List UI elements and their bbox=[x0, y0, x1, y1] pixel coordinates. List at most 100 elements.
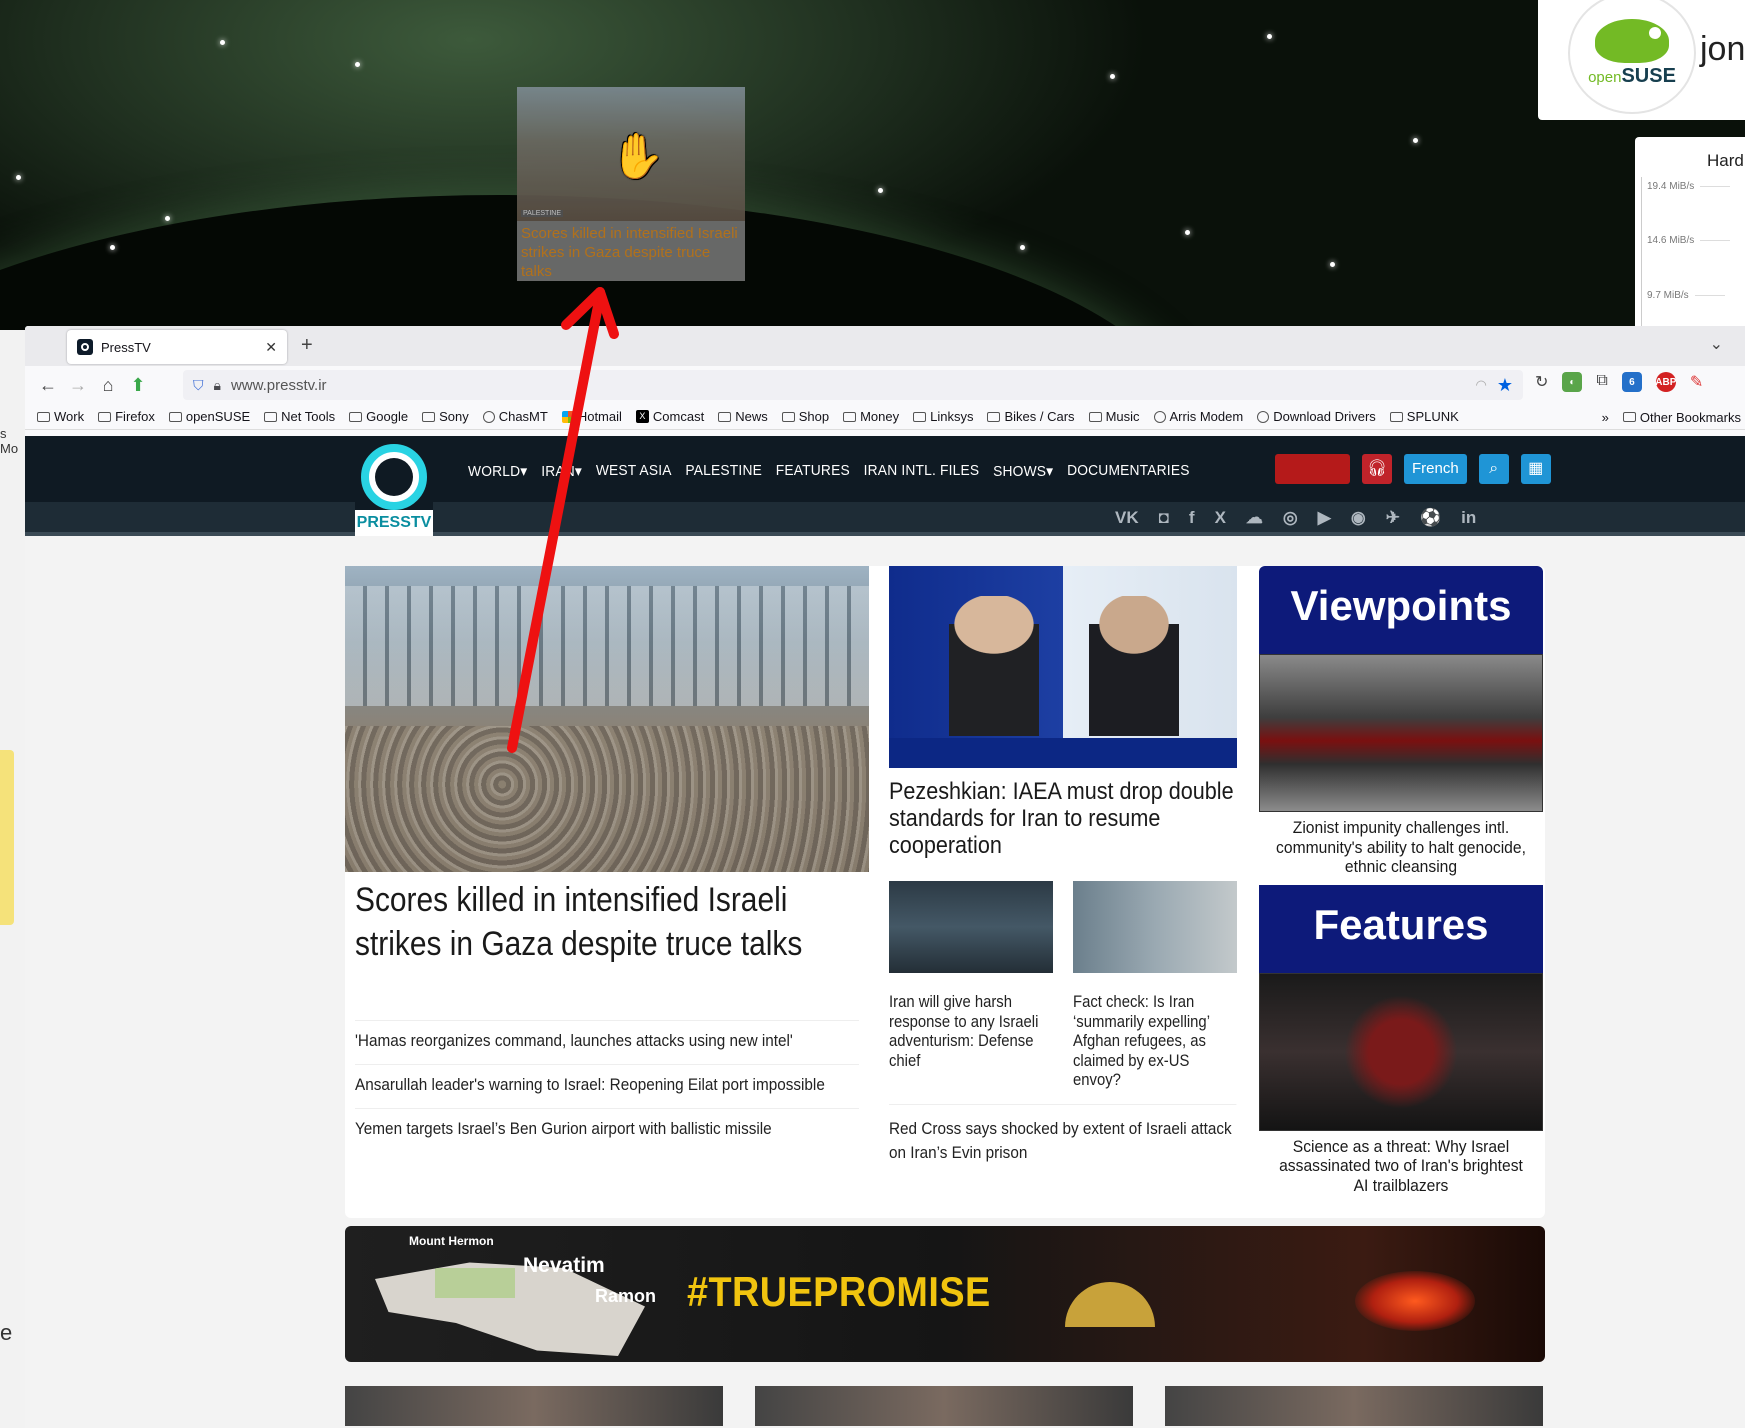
opensuse-widget[interactable]: openSUSE jon bbox=[1538, 0, 1745, 120]
rss-icon[interactable]: ◉ bbox=[1351, 508, 1366, 528]
address-bar[interactable]: ⛉ 🔒︎ www.presstv.ir ◠ ★ bbox=[183, 370, 1523, 400]
side-column: Viewpoints Zionist impunity challenges i… bbox=[1259, 566, 1545, 1203]
bookmark-folder-bikes-cars[interactable]: Bikes / Cars bbox=[987, 409, 1075, 424]
bookmark-folder-news[interactable]: News bbox=[718, 409, 768, 424]
hard-disk-widget[interactable]: Hard 19.4 MiB/s 14.6 MiB/s 9.7 MiB/s bbox=[1635, 137, 1745, 337]
padlock-icon[interactable]: 🔒︎ bbox=[214, 377, 221, 394]
nav-shows[interactable]: SHOWS▾ bbox=[993, 462, 1053, 480]
mid-headline[interactable]: Pezeshkian: IAEA must drop double standa… bbox=[889, 778, 1240, 859]
home-icon[interactable]: ⌂ bbox=[93, 375, 123, 396]
x-icon[interactable]: X bbox=[1215, 508, 1226, 528]
other-bookmarks[interactable]: Other Bookmarks bbox=[1622, 410, 1741, 425]
bookmark-folder-work[interactable]: Work bbox=[37, 409, 84, 424]
adblock-icon[interactable]: ABP bbox=[1655, 372, 1676, 392]
mini-story[interactable]: Iran will give harsh response to any Isr… bbox=[889, 881, 1053, 1091]
bookmark-folder-net-tools[interactable]: Net Tools bbox=[264, 409, 335, 424]
bookmark-chasmt[interactable]: ChasMT bbox=[482, 409, 548, 424]
shield-icon[interactable]: ◘ bbox=[1159, 508, 1169, 528]
hero-headline[interactable]: Scores killed in intensified Israeli str… bbox=[355, 878, 865, 966]
bookmark-hotmail[interactable]: Hotmail bbox=[561, 409, 622, 424]
search-icon[interactable]: ⌕ bbox=[1478, 454, 1509, 484]
linkedin-icon[interactable]: in bbox=[1461, 508, 1476, 528]
related-link[interactable]: Ansarullah leader's warning to Israel: R… bbox=[355, 1064, 859, 1108]
bookmark-comcast[interactable]: X Comcast bbox=[635, 409, 704, 424]
bookmark-star-icon[interactable]: ★ bbox=[1497, 375, 1513, 396]
nav-iran-intl-files[interactable]: IRAN INTL. FILES bbox=[864, 462, 980, 480]
viewpoints-title[interactable]: Zionist impunity challenges intl. commun… bbox=[1270, 812, 1531, 885]
related-link[interactable]: Yemen targets Israel’s Ben Gurion airpor… bbox=[355, 1108, 859, 1152]
mini-story-image[interactable] bbox=[1073, 881, 1237, 973]
french-button[interactable]: French bbox=[1404, 454, 1467, 484]
vk-icon[interactable]: VK bbox=[1115, 508, 1139, 528]
nav-world[interactable]: WORLD▾ bbox=[468, 462, 527, 480]
forward-arrow-icon[interactable]: → bbox=[63, 375, 93, 396]
bottom-story-image[interactable] bbox=[755, 1386, 1133, 1426]
bottom-story-image[interactable] bbox=[1165, 1386, 1543, 1426]
true-promise-banner[interactable]: Mount Hermon Nevatim Ramon #TRUEPROMISE bbox=[345, 1226, 1545, 1362]
bookmark-folder-opensuse[interactable]: openSUSE bbox=[168, 409, 250, 424]
drag-ghost-caption: Scores killed in intensified Israeli str… bbox=[521, 225, 738, 280]
related-link[interactable]: 'Hamas reorganizes command, launches att… bbox=[355, 1020, 859, 1064]
mid-bottom-link[interactable]: Red Cross says shocked by extent of Isra… bbox=[889, 1104, 1237, 1165]
nav-west-asia[interactable]: WEST ASIA bbox=[596, 462, 672, 480]
close-tab-icon[interactable]: ✕ bbox=[265, 339, 277, 356]
viewpoints-box[interactable]: Viewpoints Zionist impunity challenges i… bbox=[1259, 566, 1543, 885]
mini-story[interactable]: Fact check: Is Iran ‘summarily expelling… bbox=[1073, 881, 1237, 1091]
reader-icon[interactable]: ◠ bbox=[1476, 377, 1487, 393]
reload-icon[interactable]: ↻ bbox=[1535, 372, 1548, 392]
presstv-logo[interactable]: PRESSTV bbox=[355, 444, 433, 536]
live-button[interactable] bbox=[1275, 454, 1350, 484]
nav-palestine[interactable]: PALESTINE bbox=[685, 462, 762, 480]
tab-presstv[interactable]: PressTV ✕ bbox=[67, 330, 287, 364]
play-icon[interactable]: ▶ bbox=[1318, 508, 1331, 528]
telegram-icon[interactable]: ✈ bbox=[1386, 508, 1400, 528]
bookmark-folder-shop[interactable]: Shop bbox=[781, 409, 829, 424]
list-tabs-chevron-icon[interactable]: ⌄ bbox=[1710, 334, 1723, 354]
hero-image[interactable] bbox=[345, 566, 869, 872]
mini-story-image[interactable] bbox=[889, 881, 1053, 973]
new-tab-icon[interactable]: + bbox=[301, 334, 313, 357]
nav-features[interactable]: FEATURES bbox=[776, 462, 850, 480]
pezeshkian-image[interactable] bbox=[889, 566, 1237, 768]
back-arrow-icon[interactable]: ← bbox=[33, 375, 63, 396]
features-title[interactable]: Science as a threat: Why Israel assassin… bbox=[1270, 1131, 1531, 1204]
features-image[interactable] bbox=[1259, 972, 1543, 1131]
pen-icon[interactable]: ✎ bbox=[1690, 372, 1703, 392]
bottom-story-image[interactable] bbox=[345, 1386, 723, 1426]
mini-story-title[interactable]: Fact check: Is Iran ‘summarily expelling… bbox=[1073, 993, 1237, 1091]
bookmark-folder-linksys[interactable]: Linksys bbox=[913, 409, 973, 424]
instagram-icon[interactable]: ◎ bbox=[1283, 508, 1298, 528]
bookmark-folder-firefox[interactable]: Firefox bbox=[98, 409, 155, 424]
bookmark-folder-money[interactable]: Money bbox=[843, 409, 899, 424]
features-box[interactable]: Features Science as a threat: Why Israel… bbox=[1259, 884, 1543, 1204]
headphones-icon[interactable]: 🎧︎ bbox=[1362, 454, 1392, 484]
extension-icon[interactable]: ◐ bbox=[1562, 372, 1583, 392]
overflow-chevron-icon[interactable]: » bbox=[1602, 410, 1609, 425]
suse-suse-text: SUSE bbox=[1621, 64, 1676, 87]
bookmark-folder-google[interactable]: Google bbox=[349, 409, 408, 424]
folder-icon bbox=[1088, 411, 1102, 422]
nav-documentaries[interactable]: DOCUMENTARIES bbox=[1067, 462, 1190, 480]
ball-icon[interactable]: ⚽ bbox=[1420, 508, 1441, 528]
url-text[interactable]: www.presstv.ir bbox=[231, 377, 1466, 394]
extensions-puzzle-icon[interactable]: ⧉ bbox=[1596, 372, 1607, 392]
bookmark-folder-splunk[interactable]: SPLUNK bbox=[1389, 409, 1459, 424]
bookmark-folder-music[interactable]: Music bbox=[1088, 409, 1140, 424]
bookmark-folder-sony[interactable]: Sony bbox=[422, 409, 469, 424]
tracking-shield-icon[interactable]: ⛉ bbox=[193, 377, 204, 394]
facebook-icon[interactable]: f bbox=[1189, 508, 1195, 528]
mini-story-title[interactable]: Iran will give harsh response to any Isr… bbox=[889, 993, 1053, 1071]
nav-iran[interactable]: IRAN▾ bbox=[541, 462, 582, 480]
viewpoints-image[interactable] bbox=[1259, 654, 1543, 812]
features-banner[interactable]: Features bbox=[1259, 884, 1543, 973]
bookmark-download-drivers[interactable]: Download Drivers bbox=[1257, 409, 1376, 424]
viewpoints-banner[interactable]: Viewpoints bbox=[1259, 566, 1543, 654]
calendar-icon[interactable]: ▦ bbox=[1520, 454, 1551, 484]
extension-badge-icon[interactable]: 6 bbox=[1621, 372, 1642, 392]
folder-icon bbox=[843, 411, 857, 422]
soundcloud-icon[interactable]: ☁ bbox=[1246, 508, 1263, 528]
star bbox=[1110, 74, 1115, 79]
extension-green-arrow-icon[interactable]: ⬆ bbox=[123, 375, 153, 396]
background-window-edge: s Mo e bbox=[0, 330, 26, 1428]
bookmark-arris-modem[interactable]: Arris Modem bbox=[1153, 409, 1243, 424]
